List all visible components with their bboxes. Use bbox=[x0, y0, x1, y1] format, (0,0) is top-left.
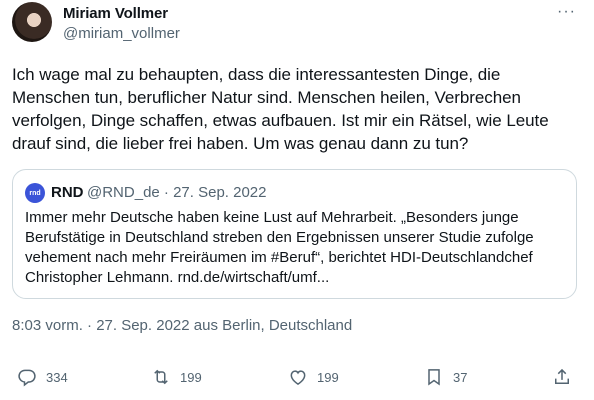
location-link[interactable]: Berlin, Deutschland bbox=[222, 317, 352, 334]
tweet-timestamp: 8:03 vorm. · 27. Sep. 2022 aus Berlin, D… bbox=[12, 317, 352, 334]
more-options-icon[interactable]: ··· bbox=[557, 3, 576, 21]
avatar[interactable] bbox=[12, 2, 52, 42]
rnd-logo: rnd bbox=[25, 183, 45, 203]
tweet-card: Miriam Vollmer @miriam_vollmer ··· Ich w… bbox=[0, 0, 594, 400]
reply-icon bbox=[18, 369, 36, 387]
share-button[interactable] bbox=[552, 362, 572, 392]
quoted-author-name: RND bbox=[51, 184, 84, 201]
like-icon bbox=[290, 370, 306, 385]
action-bar: 334 199 199 37 bbox=[0, 362, 594, 392]
author-handle[interactable]: @miriam_vollmer bbox=[63, 25, 180, 42]
like-button[interactable]: 199 bbox=[288, 362, 339, 392]
quoted-handle-date: @RND_de · 27. Sep. 2022 bbox=[87, 184, 267, 201]
like-count: 199 bbox=[317, 369, 339, 385]
reply-button[interactable]: 334 bbox=[17, 362, 68, 392]
tweet-text: Ich wage mal zu behaupten, dass die inte… bbox=[12, 65, 549, 153]
bookmark-button[interactable]: 37 bbox=[424, 362, 467, 392]
location-prefix: aus bbox=[189, 317, 223, 334]
author-name[interactable]: Miriam Vollmer bbox=[63, 5, 168, 22]
retweet-icon bbox=[154, 369, 168, 385]
timestamp-link[interactable]: 8:03 vorm. · 27. Sep. 2022 bbox=[12, 317, 190, 334]
share-icon bbox=[555, 368, 569, 384]
quoted-tweet[interactable]: rnd RND @RND_de · 27. Sep. 2022 Immer me… bbox=[12, 169, 577, 299]
reply-count: 334 bbox=[46, 369, 68, 385]
retweet-count: 199 bbox=[180, 369, 202, 385]
bookmark-count: 37 bbox=[453, 369, 468, 385]
quoted-text: Immer mehr Deutsche haben keine Lust auf… bbox=[25, 209, 534, 286]
retweet-button[interactable]: 199 bbox=[151, 362, 202, 392]
bookmark-icon bbox=[428, 369, 440, 386]
